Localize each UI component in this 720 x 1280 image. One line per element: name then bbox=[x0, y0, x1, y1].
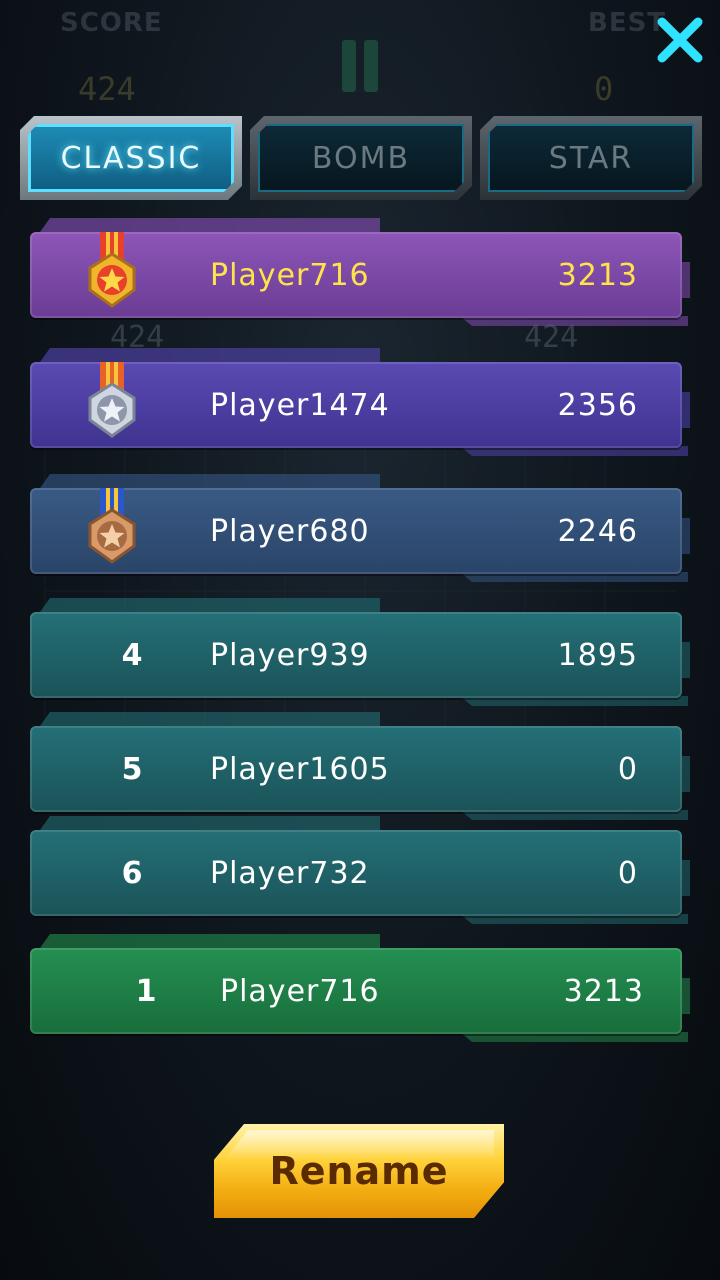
player-score: 3213 bbox=[557, 257, 638, 293]
player-name: Player1474 bbox=[210, 387, 390, 423]
leaderboard-row-4: 4 Player939 1895 bbox=[30, 598, 690, 706]
leaderboard-row-6: 6 Player732 0 bbox=[30, 816, 690, 924]
gold-medal-icon bbox=[88, 232, 136, 308]
tab-classic-label: CLASSIC bbox=[60, 140, 202, 176]
leaderboard-row-2: Player1474 2356 bbox=[30, 348, 690, 456]
player-score: 0 bbox=[617, 751, 638, 787]
my-rank-number: 1 bbox=[135, 973, 157, 1009]
leaderboard-row-1: Player716 3213 bbox=[30, 218, 690, 326]
tab-bomb-label: BOMB bbox=[311, 140, 411, 176]
rank-number: 5 bbox=[121, 751, 143, 787]
rank-number: 6 bbox=[121, 855, 143, 891]
bg-score-label: SCORE bbox=[60, 8, 163, 38]
mode-tabs: CLASSIC BOMB STAR bbox=[20, 116, 704, 204]
player-score: 2246 bbox=[557, 513, 638, 549]
rename-button[interactable]: Rename bbox=[214, 1124, 504, 1218]
player-name: Player680 bbox=[210, 513, 370, 549]
bg-pause-icon bbox=[338, 40, 382, 92]
bronze-medal-icon bbox=[88, 488, 136, 564]
tab-star-label: STAR bbox=[548, 140, 634, 176]
my-rank-row: 1 Player716 3213 bbox=[30, 934, 690, 1042]
bg-score-value: 424 bbox=[78, 70, 136, 108]
leaderboard-row-3: Player680 2246 bbox=[30, 474, 690, 582]
close-button[interactable] bbox=[652, 12, 708, 68]
player-name: Player732 bbox=[210, 855, 370, 891]
player-score: 0 bbox=[617, 855, 638, 891]
player-name: Player1605 bbox=[210, 751, 390, 787]
close-icon bbox=[657, 17, 703, 63]
bg-best-value: 0 bbox=[594, 70, 614, 108]
player-name: Player716 bbox=[210, 257, 370, 293]
rename-button-label: Rename bbox=[269, 1149, 449, 1193]
player-score: 1895 bbox=[557, 637, 638, 673]
player-name: Player939 bbox=[210, 637, 370, 673]
my-player-score: 3213 bbox=[563, 973, 644, 1009]
silver-medal-icon bbox=[88, 362, 136, 438]
tab-bomb[interactable]: BOMB bbox=[250, 116, 472, 200]
rank-number: 4 bbox=[121, 637, 143, 673]
player-score: 2356 bbox=[557, 387, 638, 423]
my-player-name: Player716 bbox=[220, 973, 380, 1009]
tab-classic[interactable]: CLASSIC bbox=[20, 116, 242, 200]
tab-star[interactable]: STAR bbox=[480, 116, 702, 200]
leaderboard-row-5: 5 Player1605 0 bbox=[30, 712, 690, 820]
